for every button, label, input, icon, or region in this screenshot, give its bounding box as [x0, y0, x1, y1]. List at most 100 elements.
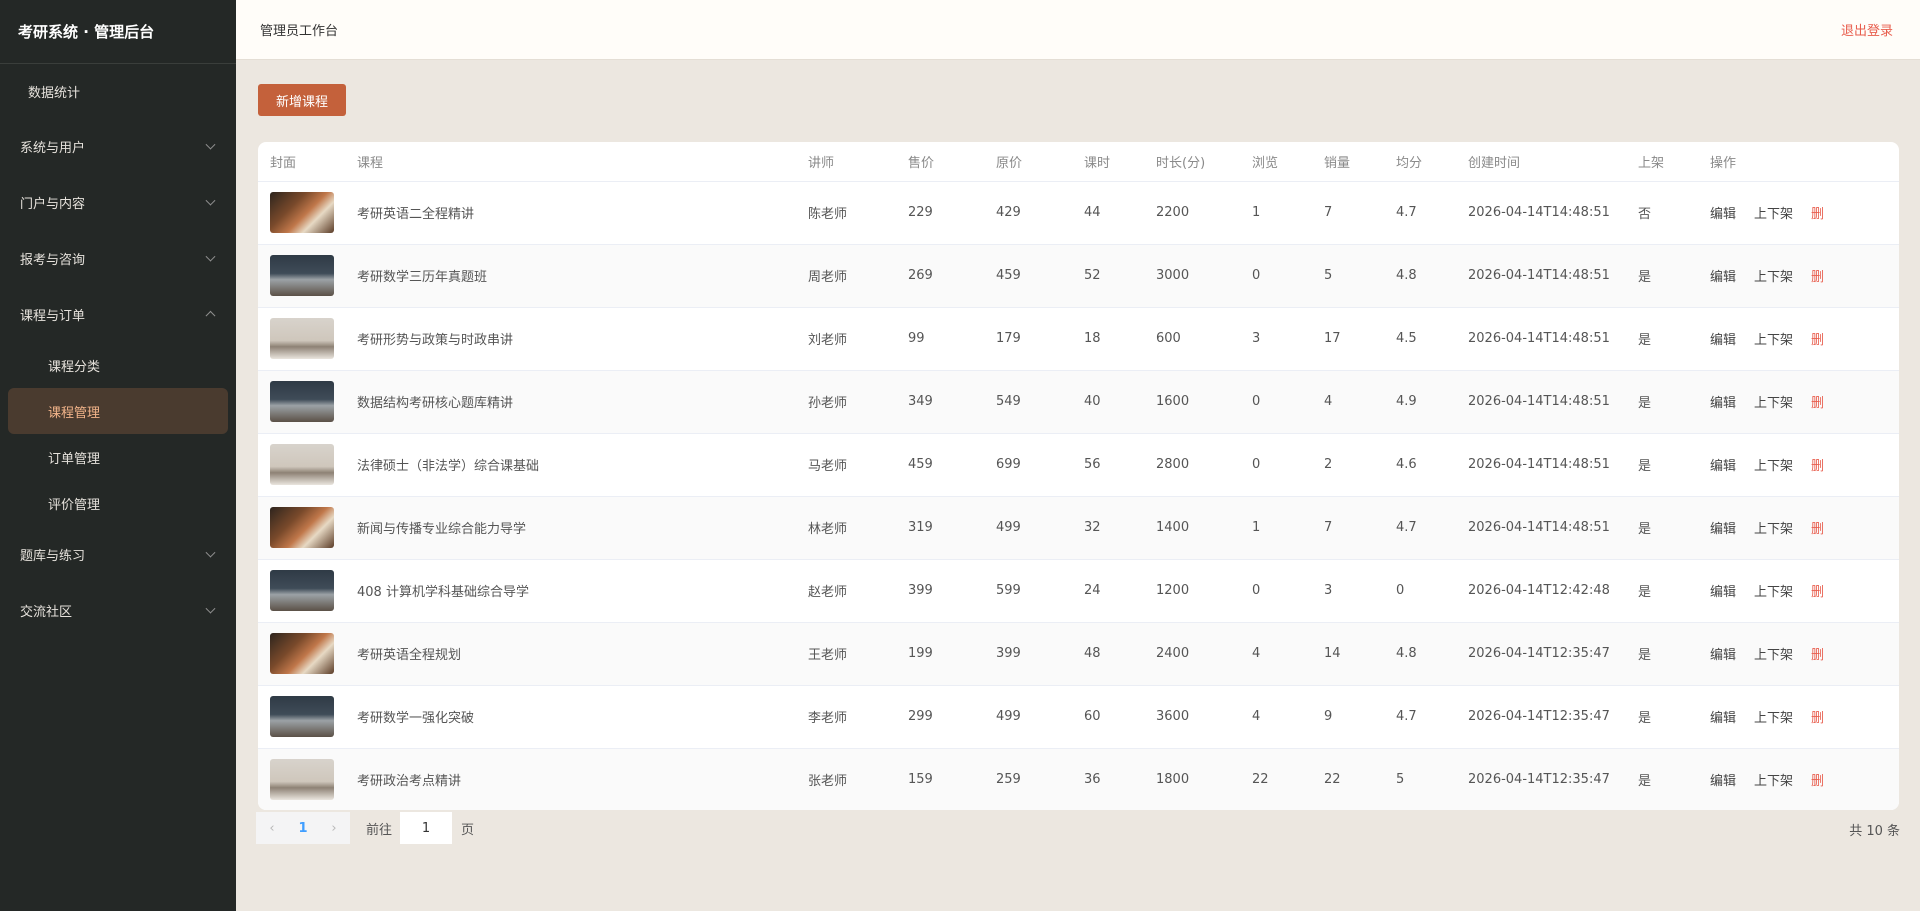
- original-price-cell: 399: [984, 622, 1072, 686]
- sidebar-item-review-management[interactable]: 评价管理: [0, 480, 236, 526]
- delete-button[interactable]: 删: [1811, 203, 1824, 222]
- sidebar-group-exam-consult[interactable]: 报考与咨询: [0, 230, 236, 286]
- created-time-cell: 2026-04-14T14:48:51: [1456, 370, 1626, 434]
- sidebar-group-portal-content[interactable]: 门户与内容: [0, 174, 236, 230]
- views-cell: 1: [1240, 496, 1312, 560]
- page-unit-label: 页: [461, 822, 475, 838]
- edit-button[interactable]: 编辑: [1710, 392, 1736, 411]
- edit-button[interactable]: 编辑: [1710, 707, 1736, 726]
- cover-cell: [258, 307, 345, 371]
- edit-button[interactable]: 编辑: [1710, 329, 1736, 348]
- price-cell: 159: [896, 748, 984, 810]
- column-header-created: 创建时间: [1456, 142, 1626, 182]
- views-cell: 1: [1240, 181, 1312, 245]
- listed-status-cell: 是: [1626, 685, 1698, 749]
- table-row: 数据结构考研核心题库精讲 孙老师 349 549 40 1600 0 4 4.9 2026-04-…: [258, 370, 1899, 434]
- sidebar-item-order-management[interactable]: 订单管理: [0, 434, 236, 480]
- actions-cell: 编辑 上下架删: [1698, 622, 1899, 686]
- toggle-listing-button[interactable]: 上下架: [1754, 707, 1793, 726]
- listed-status-cell: 是: [1626, 748, 1698, 810]
- delete-button[interactable]: 删: [1811, 329, 1824, 348]
- add-course-button[interactable]: 新增课程: [258, 84, 346, 116]
- edit-button[interactable]: 编辑: [1710, 455, 1736, 474]
- teacher-cell: 刘老师: [796, 307, 896, 371]
- lessons-cell: 40: [1072, 370, 1144, 434]
- score-cell: 4.9: [1384, 370, 1456, 434]
- edit-button[interactable]: 编辑: [1710, 518, 1736, 537]
- sidebar-group-question-bank[interactable]: 题库与练习: [0, 526, 236, 582]
- logout-link[interactable]: 退出登录: [1841, 20, 1893, 39]
- table-row: 考研形势与政策与时政串讲 刘老师 99 179 18 600 3 17 4.5 2026-04-1…: [258, 307, 1899, 371]
- sidebar-group-label: 交流社区: [20, 604, 73, 620]
- page-title: 管理员工作台: [260, 24, 339, 39]
- table-row: 法律硕士（非法学）综合课基础 马老师 459 699 56 2800 0 2 4.6 2026-0…: [258, 433, 1899, 497]
- toggle-listing-button[interactable]: 上下架: [1754, 266, 1793, 285]
- course-name-cell: 408 计算机学科基础综合导学: [345, 559, 796, 623]
- sales-cell: 22: [1312, 748, 1384, 810]
- edit-button[interactable]: 编辑: [1710, 581, 1736, 600]
- score-cell: 4.8: [1384, 244, 1456, 308]
- duration-cell: 1800: [1144, 748, 1240, 810]
- course-table-card: 封面 课程 讲师 售价 原价 课时 时长(分) 浏览 销量 均分 创建时间 上架…: [258, 142, 1899, 810]
- delete-button[interactable]: 删: [1811, 581, 1824, 600]
- edit-button[interactable]: 编辑: [1710, 203, 1736, 222]
- column-header-price: 售价: [896, 142, 984, 182]
- course-cover-image: [270, 255, 334, 296]
- toggle-listing-button[interactable]: 上下架: [1754, 455, 1793, 474]
- views-cell: 4: [1240, 685, 1312, 749]
- sidebar-item-label: 评价管理: [48, 497, 101, 513]
- toggle-listing-button[interactable]: 上下架: [1754, 518, 1793, 537]
- column-header-cover: 封面: [258, 142, 345, 182]
- delete-button[interactable]: 删: [1811, 707, 1824, 726]
- sidebar-item-course-management[interactable]: 课程管理: [8, 388, 228, 434]
- listed-status-cell: 是: [1626, 370, 1698, 434]
- delete-button[interactable]: 删: [1811, 455, 1824, 474]
- chevron-down-icon: [205, 195, 216, 206]
- sidebar-item-course-category[interactable]: 课程分类: [0, 342, 236, 388]
- next-page-icon[interactable]: ›: [318, 812, 350, 844]
- created-time-cell: 2026-04-14T14:48:51: [1456, 433, 1626, 497]
- delete-button[interactable]: 删: [1811, 392, 1824, 411]
- chevron-down-icon: [205, 139, 216, 150]
- listed-status-cell: 是: [1626, 307, 1698, 371]
- sidebar-item-label: 课程管理: [48, 405, 101, 421]
- toggle-listing-button[interactable]: 上下架: [1754, 329, 1793, 348]
- toggle-listing-button[interactable]: 上下架: [1754, 581, 1793, 600]
- delete-button[interactable]: 删: [1811, 644, 1824, 663]
- goto-page-input[interactable]: [400, 812, 453, 844]
- original-price-cell: 459: [984, 244, 1072, 308]
- price-cell: 229: [896, 181, 984, 245]
- score-cell: 4.7: [1384, 496, 1456, 560]
- brand-title: 考研系统 · 管理后台: [0, 0, 236, 64]
- table-body: 考研英语二全程精讲 陈老师 229 429 44 2200 1 7 4.7 2026-04-14T…: [258, 181, 1899, 810]
- delete-button[interactable]: 删: [1811, 266, 1824, 285]
- sales-cell: 7: [1312, 496, 1384, 560]
- chevron-down-icon: [205, 547, 216, 558]
- toggle-listing-button[interactable]: 上下架: [1754, 392, 1793, 411]
- teacher-cell: 张老师: [796, 748, 896, 810]
- sidebar-group-courses-orders[interactable]: 课程与订单: [0, 286, 236, 342]
- edit-button[interactable]: 编辑: [1710, 770, 1736, 789]
- course-cover-image: [270, 444, 334, 485]
- delete-button[interactable]: 删: [1811, 770, 1824, 789]
- teacher-cell: 王老师: [796, 622, 896, 686]
- total-count: 共 10 条: [1849, 824, 1900, 839]
- sidebar-item-stats[interactable]: 数据统计: [0, 64, 236, 118]
- toggle-listing-button[interactable]: 上下架: [1754, 644, 1793, 663]
- sidebar-group-community[interactable]: 交流社区: [0, 582, 236, 638]
- edit-button[interactable]: 编辑: [1710, 644, 1736, 663]
- page-number[interactable]: 1: [288, 812, 318, 844]
- teacher-cell: 李老师: [796, 685, 896, 749]
- price-cell: 399: [896, 559, 984, 623]
- cover-cell: [258, 433, 345, 497]
- prev-page-icon[interactable]: ‹: [256, 812, 288, 844]
- sidebar-group-system-users[interactable]: 系统与用户: [0, 118, 236, 174]
- toggle-listing-button[interactable]: 上下架: [1754, 203, 1793, 222]
- toggle-listing-button[interactable]: 上下架: [1754, 770, 1793, 789]
- course-name-cell: 考研数学一强化突破: [345, 685, 796, 749]
- listed-status-cell: 是: [1626, 496, 1698, 560]
- created-time-cell: 2026-04-14T14:48:51: [1456, 307, 1626, 371]
- original-price-cell: 179: [984, 307, 1072, 371]
- edit-button[interactable]: 编辑: [1710, 266, 1736, 285]
- delete-button[interactable]: 删: [1811, 518, 1824, 537]
